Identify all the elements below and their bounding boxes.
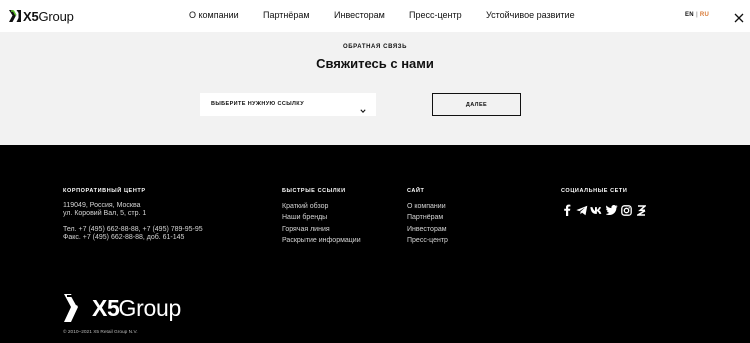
site-link-press[interactable]: Пресс-центр [407, 237, 448, 244]
address-line-1: 119049, Россия, Москва [63, 202, 141, 209]
quick-link-overview[interactable]: Краткий обзор [282, 203, 328, 210]
menu-x-icon[interactable] [734, 10, 744, 23]
quick-link-brands[interactable]: Наши бренды [282, 214, 327, 221]
address-line-2: ул. Коровий Вал, 5, стр. 1 [63, 210, 147, 217]
social-title: СОЦИАЛЬНЫЕ СЕТИ [561, 188, 628, 194]
nav-item-partners[interactable]: Партнёрам [263, 10, 310, 20]
instagram-icon[interactable] [620, 204, 633, 216]
next-button[interactable]: ДАЛЕЕ [432, 93, 521, 116]
telegram-icon[interactable] [575, 204, 588, 216]
zen-icon[interactable] [635, 204, 648, 216]
link-select-value: ВЫБЕРИТЕ НУЖНУЮ ССЫЛКУ [211, 101, 305, 107]
fax-text: Факс. +7 (495) 662-88-88, доб. 61-145 [63, 234, 185, 241]
footer-x5-mark-icon [63, 292, 93, 324]
language-switcher: EN | RU [685, 12, 709, 18]
copyright-text: © 2010–2021 X5 Retail Group N.V. [63, 330, 138, 335]
link-select[interactable]: ВЫБЕРИТЕ НУЖНУЮ ССЫЛКУ [200, 93, 376, 116]
footer-x5-logo[interactable]: X5 Group [63, 290, 181, 326]
contact-section: ОБРАТНАЯ СВЯЗЬ Свяжитесь с нами ВЫБЕРИТЕ… [0, 32, 750, 145]
quick-link-disclosure[interactable]: Раскрытие информации [282, 237, 361, 244]
x5-logo[interactable]: X5 Group [8, 6, 74, 26]
nav-item-sustainability[interactable]: Устойчивое развитие [486, 10, 575, 20]
vk-icon[interactable] [590, 204, 603, 216]
corporate-center-title: КОРПОРАТИВНЫЙ ЦЕНТР [63, 188, 146, 194]
lang-en[interactable]: EN [685, 12, 694, 18]
nav-item-about[interactable]: О компании [189, 10, 239, 20]
social-links [560, 204, 650, 216]
site-title: САЙТ [407, 188, 425, 194]
contact-title: Свяжитесь с нами [316, 56, 434, 71]
logo-x5-text: X5 [23, 8, 39, 24]
quick-links-title: БЫСТРЫЕ ССЫЛКИ [282, 188, 346, 194]
site-footer: КОРПОРАТИВНЫЙ ЦЕНТР 119049, Россия, Моск… [0, 145, 750, 343]
lang-ru[interactable]: RU [700, 12, 709, 18]
site-link-investors[interactable]: Инвесторам [407, 226, 447, 233]
nav-item-investors[interactable]: Инвесторам [334, 10, 385, 20]
quick-link-hotline[interactable]: Горячая линия [282, 226, 330, 233]
facebook-icon[interactable] [560, 204, 573, 216]
footer-logo-x5-text: X5 [92, 294, 120, 321]
phone-text: Тел. +7 (495) 662-88-88, +7 (495) 789-95… [63, 226, 203, 233]
twitter-icon[interactable] [605, 204, 618, 216]
chevron-down-icon [360, 101, 366, 114]
site-link-partners[interactable]: Партнёрам [407, 214, 443, 221]
site-header: X5 Group О компании Партнёрам Инвесторам… [0, 0, 750, 32]
lang-separator: | [695, 12, 698, 18]
site-link-about[interactable]: О компании [407, 203, 446, 210]
logo-group-text: Group [38, 8, 74, 24]
nav-item-press[interactable]: Пресс-центр [409, 10, 462, 20]
x5-mark-icon [8, 9, 22, 23]
footer-logo-group-text: Group [118, 294, 182, 321]
contact-kicker: ОБРАТНАЯ СВЯЗЬ [342, 44, 408, 50]
